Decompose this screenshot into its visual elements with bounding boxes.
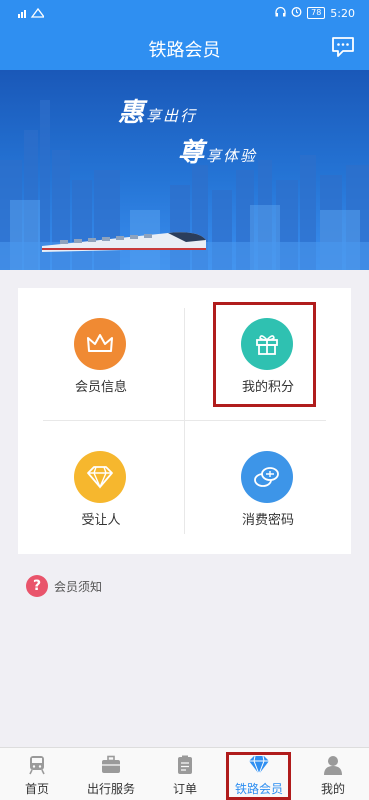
highlight-box-member-tab <box>226 752 291 800</box>
tab-mine[interactable]: 我的 <box>296 748 369 800</box>
member-info-item[interactable]: 会员信息 <box>18 288 184 421</box>
member-notice-label: 会员须知 <box>54 579 103 594</box>
chat-bubble-icon <box>332 37 354 57</box>
tab-orders[interactable]: 订单 <box>148 748 222 800</box>
diamond-icon <box>74 451 126 503</box>
question-icon: ? <box>26 575 48 597</box>
member-notice-link[interactable]: ? 会员须知 <box>26 574 102 598</box>
transferee-label: 受让人 <box>81 513 121 528</box>
train-icon <box>29 756 45 775</box>
clock: 5:20 <box>330 6 355 20</box>
consumption-password-label: 消费密码 <box>241 513 294 528</box>
tab-travel-services-label: 出行服务 <box>86 782 135 796</box>
banner-slogan-1: 惠享出行 <box>118 98 198 128</box>
app-header: 铁路会员 <box>0 26 369 70</box>
crown-icon <box>74 318 126 370</box>
status-left <box>18 6 46 21</box>
clipboard-icon <box>178 755 192 774</box>
banner-slogan-2: 尊享体验 <box>178 138 258 168</box>
status-right: 78 5:20 <box>275 6 355 20</box>
battery-indicator: 78 <box>307 7 326 19</box>
signal-icon <box>18 6 46 21</box>
person-icon <box>324 756 342 775</box>
headphone-icon <box>275 6 286 20</box>
consumption-password-item[interactable]: 消费密码 <box>185 421 351 554</box>
bottom-tab-bar: 首页 出行服务 订单 铁路会员 我的 <box>0 747 369 800</box>
alarm-icon <box>291 6 302 20</box>
member-info-label: 会员信息 <box>74 380 127 395</box>
promo-banner[interactable]: 惠享出行 尊享体验 <box>0 70 369 270</box>
tab-home[interactable]: 首页 <box>0 748 74 800</box>
message-button[interactable] <box>331 36 355 58</box>
highlight-box-my-points <box>213 302 316 407</box>
status-bar: 78 5:20 <box>0 0 369 26</box>
tab-travel-services[interactable]: 出行服务 <box>74 748 148 800</box>
tab-orders-label: 订单 <box>172 782 197 796</box>
suitcase-icon <box>102 755 120 773</box>
transferee-item[interactable]: 受让人 <box>18 421 184 554</box>
coins-icon <box>241 451 293 503</box>
page-title: 铁路会员 <box>148 40 221 61</box>
tab-mine-label: 我的 <box>320 782 345 796</box>
tab-home-label: 首页 <box>24 782 49 796</box>
